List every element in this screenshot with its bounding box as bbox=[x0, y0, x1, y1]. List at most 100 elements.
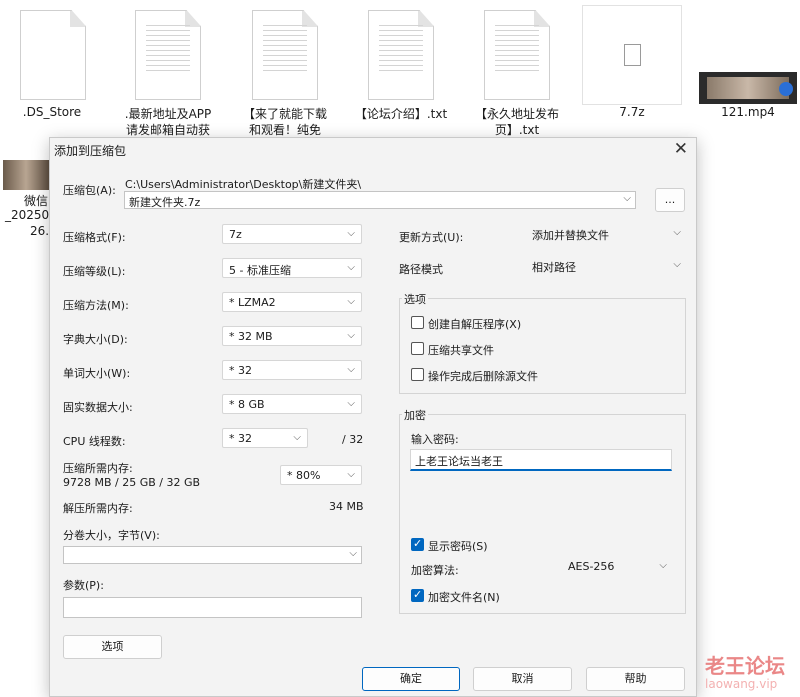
solid-block-label: 固实数据大小: bbox=[63, 401, 133, 414]
encryption-method-label: 加密算法: bbox=[411, 564, 459, 577]
chevron-down-icon: ⌵ bbox=[673, 227, 681, 238]
chevron-down-icon: ⌵ bbox=[347, 262, 355, 273]
archive-thumbnail bbox=[582, 5, 682, 105]
chevron-down-icon[interactable]: ⌵ bbox=[623, 193, 631, 204]
options-button[interactable]: 选项 bbox=[63, 635, 162, 659]
chevron-down-icon: ⌵ bbox=[347, 296, 355, 307]
file-label: 121.mp4 bbox=[721, 105, 775, 119]
file-label: 【论坛介绍】.txt bbox=[354, 107, 448, 121]
memory-percent-value: * 80% bbox=[287, 469, 321, 482]
file-label: 7.7z bbox=[619, 105, 645, 119]
close-icon[interactable]: ✕ bbox=[674, 139, 688, 159]
video-thumbnail bbox=[699, 72, 797, 104]
update-mode-value: 添加并替换文件 bbox=[532, 229, 609, 242]
file-label-line2: 和观看！纯免 bbox=[248, 123, 321, 137]
archive-name-input[interactable]: 新建文件夹.7z ⌵ bbox=[124, 191, 636, 209]
cpu-threads-total: / 32 bbox=[342, 433, 364, 446]
format-select[interactable]: 7z ⌵ bbox=[222, 224, 362, 244]
file-icon bbox=[20, 10, 86, 100]
sfx-label: 创建自解压程序(X) bbox=[428, 318, 522, 331]
parameters-input[interactable] bbox=[63, 597, 362, 618]
video-thumbnail bbox=[3, 160, 49, 190]
word-size-value: * 32 bbox=[229, 364, 252, 377]
chevron-down-icon: ⌵ bbox=[659, 560, 667, 571]
cpu-threads-value: * 32 bbox=[229, 432, 252, 445]
archive-icon bbox=[624, 44, 641, 66]
split-size-input[interactable]: ⌵ bbox=[63, 546, 362, 564]
archive-path: C:\Users\Administrator\Desktop\新建文件夹\ bbox=[125, 178, 362, 191]
encrypt-names-checkbox[interactable] bbox=[411, 588, 424, 602]
shared-files-checkbox[interactable] bbox=[411, 342, 424, 355]
file-label-line2: 页】.txt bbox=[494, 123, 540, 137]
password-label: 输入密码: bbox=[411, 433, 459, 446]
update-mode-label: 更新方式(U): bbox=[399, 231, 464, 244]
file-label: 【来了就能下载 bbox=[242, 107, 327, 121]
encryption-method-select[interactable]: AES-256 ⌵ bbox=[566, 558, 671, 576]
level-select[interactable]: 5 - 标准压缩 ⌵ bbox=[222, 258, 362, 278]
archive-name-value: 新建文件夹.7z bbox=[129, 196, 201, 209]
watermark-title: 老王论坛 bbox=[705, 654, 785, 678]
cancel-button[interactable]: 取消 bbox=[473, 667, 572, 691]
watermark-url: laowang.vip bbox=[705, 677, 778, 691]
password-value: 上老王论坛当老王 bbox=[415, 455, 503, 468]
delete-after-checkbox[interactable] bbox=[411, 368, 424, 381]
text-file-icon bbox=[368, 10, 434, 100]
dictionary-label: 字典大小(D): bbox=[63, 333, 128, 346]
chevron-down-icon[interactable]: ⌵ bbox=[349, 548, 357, 559]
memory-percent-select[interactable]: * 80% ⌵ bbox=[280, 465, 362, 485]
ok-button[interactable]: 确定 bbox=[362, 667, 460, 691]
method-value: * LZMA2 bbox=[229, 296, 276, 309]
text-file-icon bbox=[484, 10, 550, 100]
password-input[interactable]: 上老王论坛当老王 bbox=[410, 449, 672, 471]
method-label: 压缩方法(M): bbox=[63, 299, 129, 312]
text-file-icon bbox=[135, 10, 201, 100]
file-label: .最新地址及APP bbox=[124, 107, 212, 121]
decompress-memory-label: 解压所需内存: bbox=[63, 502, 133, 515]
decompress-memory-value: 34 MB bbox=[329, 500, 364, 513]
solid-block-value: * 8 GB bbox=[229, 398, 265, 411]
chevron-down-icon: ⌵ bbox=[347, 364, 355, 375]
chevron-down-icon: ⌵ bbox=[347, 398, 355, 409]
help-button[interactable]: 帮助 bbox=[586, 667, 685, 691]
split-size-label: 分卷大小，字节(V): bbox=[63, 529, 160, 542]
show-password-checkbox[interactable] bbox=[411, 537, 424, 551]
archive-label: 压缩包(A): bbox=[63, 184, 116, 197]
chevron-down-icon: ⌵ bbox=[673, 259, 681, 270]
dictionary-select[interactable]: * 32 MB ⌵ bbox=[222, 326, 362, 346]
file-label: .DS_Store bbox=[22, 105, 82, 119]
solid-block-select[interactable]: * 8 GB ⌵ bbox=[222, 394, 362, 414]
word-size-select[interactable]: * 32 ⌵ bbox=[222, 360, 362, 380]
dialog-title: 添加到压缩包 bbox=[54, 144, 127, 158]
show-password-label: 显示密码(S) bbox=[428, 540, 488, 553]
shared-files-label: 压缩共享文件 bbox=[428, 344, 494, 357]
encrypt-names-label: 加密文件名(N) bbox=[428, 591, 500, 604]
path-mode-label: 路径模式 bbox=[399, 263, 443, 276]
dictionary-value: * 32 MB bbox=[229, 330, 273, 343]
browse-button[interactable]: ... bbox=[655, 188, 685, 212]
file-label: 微信 bbox=[24, 194, 49, 208]
memory-value: 9728 MB / 25 GB / 32 GB bbox=[63, 476, 201, 489]
chevron-down-icon: ⌵ bbox=[347, 228, 355, 239]
delete-after-label: 操作完成后删除源文件 bbox=[428, 370, 538, 383]
chevron-down-icon: ⌵ bbox=[347, 469, 355, 480]
level-value: 5 - 标准压缩 bbox=[229, 264, 291, 277]
update-mode-select[interactable]: 添加并替换文件 ⌵ bbox=[530, 225, 685, 243]
format-value: 7z bbox=[229, 228, 242, 241]
file-label-line3: 26. bbox=[30, 224, 50, 238]
media-player-icon bbox=[779, 82, 793, 96]
path-mode-value: 相对路径 bbox=[532, 261, 576, 274]
add-to-archive-dialog: 添加到压缩包 ✕ 压缩包(A): C:\Users\Administrator\… bbox=[49, 137, 697, 697]
chevron-down-icon: ⌵ bbox=[293, 432, 301, 443]
encryption-group-title: 加密 bbox=[402, 407, 428, 423]
cpu-threads-select[interactable]: * 32 ⌵ bbox=[222, 428, 308, 448]
file-label: 【永久地址发布 bbox=[474, 107, 559, 121]
options-group-title: 选项 bbox=[402, 291, 428, 307]
path-mode-select[interactable]: 相对路径 ⌵ bbox=[530, 257, 685, 275]
encryption-method-value: AES-256 bbox=[568, 560, 615, 573]
file-label-line2: 请发邮箱自动获 bbox=[125, 123, 210, 137]
format-label: 压缩格式(F): bbox=[63, 231, 126, 244]
method-select[interactable]: * LZMA2 ⌵ bbox=[222, 292, 362, 312]
title-bar: 添加到压缩包 ✕ bbox=[50, 138, 696, 162]
memory-label: 压缩所需内存: bbox=[63, 462, 133, 475]
sfx-checkbox[interactable] bbox=[411, 316, 424, 329]
